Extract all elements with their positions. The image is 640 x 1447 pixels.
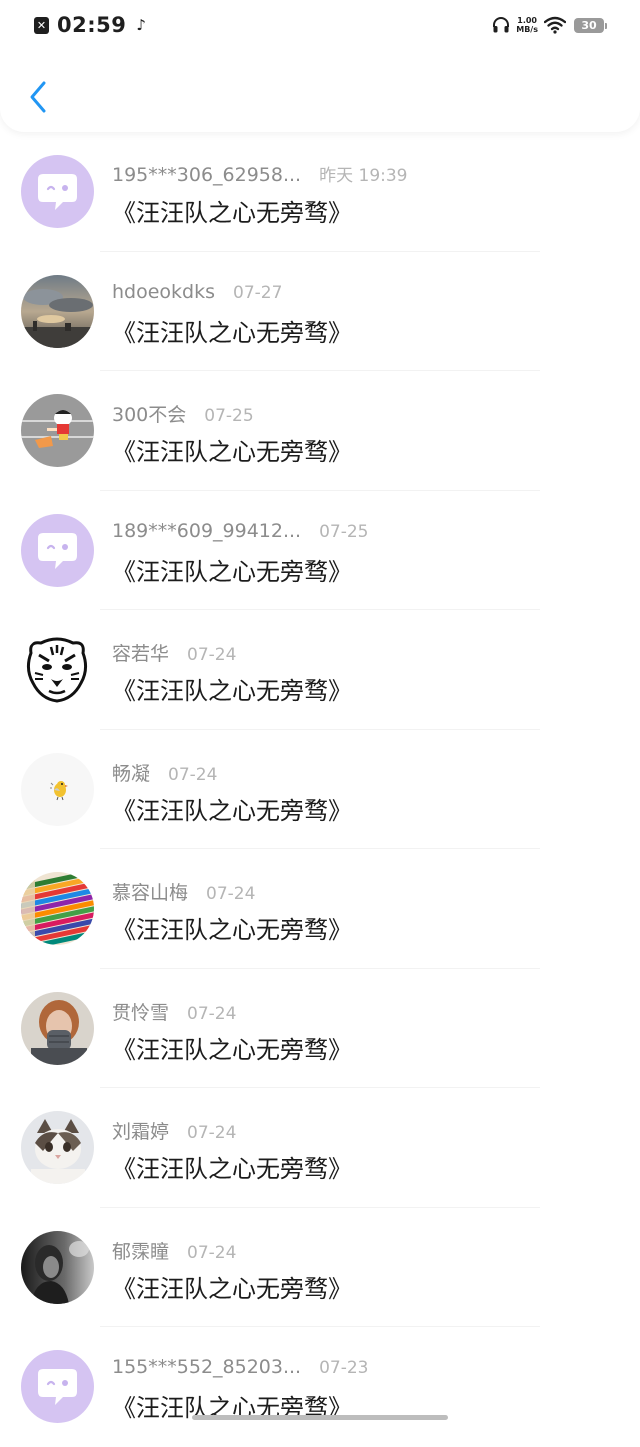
list-item[interactable]: 195***306_62958... 昨天 19:39 《汪汪队之心无旁骛》	[0, 132, 640, 252]
comment-text: 《汪汪队之心无旁骛》	[112, 199, 352, 227]
comment-date: 07-24	[168, 764, 218, 785]
person-photo-avatar[interactable]	[21, 991, 94, 1065]
comment-text: 《汪汪队之心无旁骛》	[112, 1155, 352, 1183]
comment-date: 昨天 19:39	[319, 166, 408, 186]
comment-text: 《汪汪队之心无旁骛》	[112, 1035, 352, 1064]
commenter-name[interactable]: 郁霂瞳	[112, 1237, 169, 1264]
cat-photo-avatar[interactable]	[21, 1111, 94, 1184]
list-item[interactable]: 189***609_99412... 07-25 《汪汪队之心无旁骛》	[0, 491, 640, 610]
comment-text: 《汪汪队之心无旁骛》	[112, 677, 352, 705]
sky-photo-avatar[interactable]	[21, 274, 94, 348]
commenter-name[interactable]: 刘霜婷	[112, 1117, 169, 1144]
cartoon-boy-avatar[interactable]	[21, 394, 94, 467]
colored-pencils-avatar[interactable]	[21, 872, 94, 945]
comment-text: 《汪汪队之心无旁骛》	[112, 318, 352, 347]
commenter-name[interactable]: 300不会	[112, 400, 186, 427]
comment-text: 《汪汪队之心无旁骛》	[112, 796, 352, 825]
comment-text: 《汪汪队之心无旁骛》	[112, 916, 352, 944]
list-item[interactable]: 300不会 07-25 《汪汪队之心无旁骛》	[0, 371, 640, 491]
list-item[interactable]: 容若华 07-24 《汪汪队之心无旁骛》	[0, 610, 640, 730]
list-item[interactable]: 刘霜婷 07-24 《汪汪队之心无旁骛》	[0, 1088, 640, 1208]
comment-date: 07-24	[187, 1003, 237, 1024]
comment-date: 07-25	[319, 521, 369, 542]
commenter-name[interactable]: hdoeokdks	[112, 281, 215, 303]
notification-x-icon: ✕	[34, 16, 49, 34]
commenter-name[interactable]: 195***306_62958...	[112, 164, 301, 186]
headphones-icon	[492, 16, 510, 34]
commenter-name[interactable]: 189***609_99412...	[112, 520, 301, 542]
dark-portrait-avatar[interactable]	[21, 1230, 94, 1304]
comment-date: 07-24	[187, 645, 237, 665]
comment-date: 07-23	[319, 1358, 369, 1378]
home-indicator[interactable]	[192, 1415, 448, 1420]
list-item[interactable]: hdoeokdks 07-27 《汪汪队之心无旁骛》	[0, 252, 640, 371]
tiger-sketch-avatar[interactable]	[21, 633, 94, 706]
list-item[interactable]: 155***552_85203... 07-23 《汪汪队之心无旁骛》	[0, 1327, 640, 1447]
commenter-name[interactable]: 慕容山梅	[112, 878, 188, 905]
default-bubble-avatar[interactable]	[21, 513, 94, 587]
list-item[interactable]: 贯怜雪 07-24 《汪汪队之心无旁骛》	[0, 969, 640, 1088]
commenter-name[interactable]: 贯怜雪	[112, 998, 169, 1025]
list-item[interactable]: 畅凝 07-24 《汪汪队之心无旁骛》	[0, 730, 640, 849]
list-item[interactable]: 郁霂瞳 07-24 《汪汪队之心无旁骛》	[0, 1208, 640, 1327]
comment-text: 《汪汪队之心无旁骛》	[112, 557, 352, 586]
comment-date: 07-27	[233, 282, 283, 303]
network-speed: 1.00 MB/s	[516, 16, 538, 34]
comment-date: 07-24	[206, 884, 256, 904]
music-note-icon: ♪	[136, 16, 146, 34]
commenter-name[interactable]: 畅凝	[112, 759, 150, 786]
comment-list: 195***306_62958... 昨天 19:39 《汪汪队之心无旁骛》 h…	[0, 132, 640, 1447]
default-bubble-avatar[interactable]	[21, 155, 94, 228]
small-bird-avatar[interactable]	[21, 752, 94, 826]
commenter-name[interactable]: 容若华	[112, 639, 169, 666]
battery-indicator: 30	[574, 17, 607, 33]
comment-date: 07-25	[204, 406, 254, 426]
wifi-icon	[544, 16, 566, 34]
comment-text: 《汪汪队之心无旁骛》	[112, 438, 352, 466]
back-button[interactable]	[18, 75, 58, 119]
status-bar: ✕ 02:59 ♪ 1.00 MB/s 30	[0, 0, 640, 50]
list-item[interactable]: 慕容山梅 07-24 《汪汪队之心无旁骛》	[0, 849, 640, 969]
comment-date: 07-24	[187, 1242, 237, 1263]
commenter-name[interactable]: 155***552_85203...	[112, 1356, 301, 1378]
status-time: 02:59	[57, 13, 127, 37]
comment-date: 07-24	[187, 1123, 237, 1143]
default-bubble-avatar[interactable]	[21, 1350, 94, 1423]
comment-text: 《汪汪队之心无旁骛》	[112, 1274, 352, 1303]
chevron-left-icon	[30, 81, 46, 113]
